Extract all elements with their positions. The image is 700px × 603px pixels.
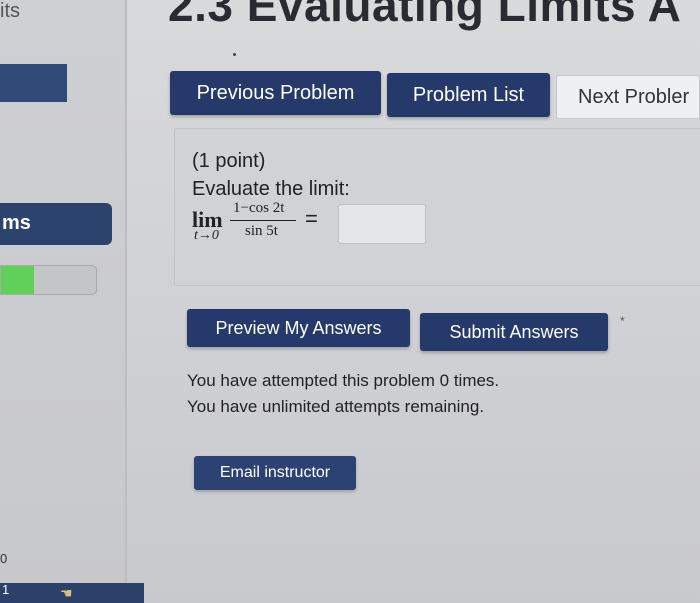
- progress-bar: [0, 265, 97, 295]
- sidebar-nav-block[interactable]: [0, 64, 67, 102]
- marker-asterisk: *: [620, 314, 625, 328]
- page-title: 2.3 Evaluating Limits A: [168, 0, 682, 31]
- lim-subscript: t→0: [194, 228, 219, 243]
- email-instructor-button[interactable]: Email instructor: [194, 456, 356, 490]
- fraction-bar: [230, 220, 296, 221]
- problem-points: (1 point): [192, 150, 266, 172]
- previous-problem-button[interactable]: Previous Problem: [170, 71, 381, 115]
- answer-input[interactable]: [338, 204, 426, 244]
- submit-answers-button[interactable]: Submit Answers: [420, 313, 608, 351]
- next-problem-button[interactable]: Next Probler: [556, 75, 700, 119]
- sidebar-title: its: [0, 0, 20, 22]
- hand-cursor-icon: ☚: [60, 585, 73, 601]
- progress-fill: [1, 266, 35, 294]
- preview-answers-button[interactable]: Preview My Answers: [187, 309, 410, 347]
- attempts-status: You have attempted this problem 0 times.: [187, 371, 500, 390]
- problem-instruction: Evaluate the limit:: [192, 178, 350, 200]
- sidebar-bottom-zero: 0: [0, 551, 8, 566]
- divider-dot: [233, 53, 236, 56]
- problem-list-button[interactable]: Problem List: [387, 73, 550, 117]
- sidebar-link-problems[interactable]: ms: [0, 203, 112, 245]
- fraction-denominator: sin 5t: [245, 223, 278, 239]
- sidebar-link-label: ms: [2, 212, 31, 234]
- fraction-numerator: 1−cos 2t: [233, 200, 285, 216]
- equals-sign: =: [305, 206, 318, 231]
- remaining-status: You have unlimited attempts remaining.: [187, 397, 485, 416]
- sidebar-bottom-number: 1: [2, 582, 10, 597]
- sidebar: its ms 0: [0, 0, 127, 603]
